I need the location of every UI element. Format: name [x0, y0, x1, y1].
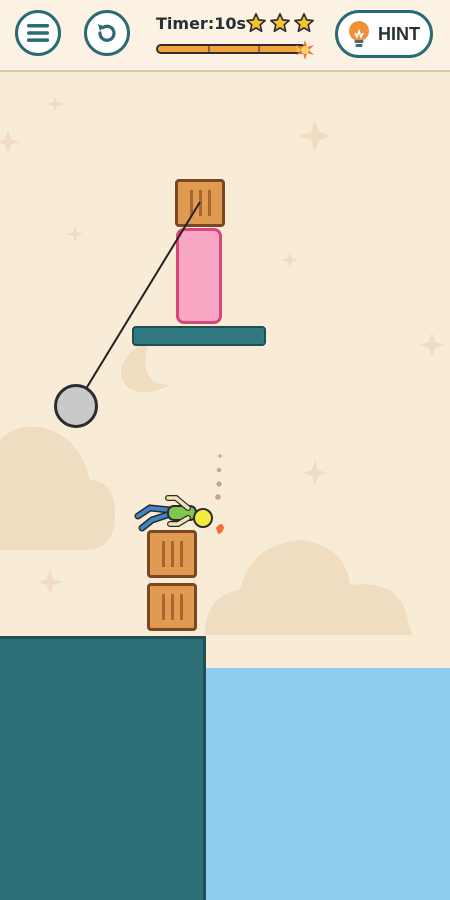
hint-label: HINT: [378, 23, 420, 44]
sparkle-8: [282, 252, 298, 268]
cliff: [0, 636, 206, 900]
moon: [120, 340, 170, 393]
spark-icon: [296, 40, 314, 60]
wrecking-ball[interactable]: [54, 384, 98, 428]
sparkle-5: [38, 570, 62, 594]
timer-segment-divider: [208, 46, 210, 52]
sparkle-6: [47, 96, 63, 112]
cloud-left: [0, 426, 115, 550]
timer-segment-divider: [258, 46, 260, 52]
crate-slat: [162, 541, 165, 567]
cloud-right: [205, 540, 412, 635]
star-icon-1: [246, 13, 266, 33]
floating-platform: [132, 326, 266, 346]
lightbulb-icon: [349, 21, 369, 47]
crate-slat: [190, 190, 193, 216]
sparkle-3: [419, 332, 445, 358]
crate-slat: [162, 594, 165, 620]
crate-slat: [199, 190, 202, 216]
sparkle-1: [299, 120, 331, 152]
pink-block[interactable]: [176, 228, 222, 324]
crate-slat: [171, 594, 174, 620]
star-icon-3: [294, 13, 314, 33]
game-screen: Timer:10s HINT: [0, 0, 450, 900]
top-bar: Timer:10s HINT: [0, 0, 450, 72]
timer-label: Timer:10s: [156, 14, 246, 33]
sparkle-2: [0, 130, 20, 154]
star-icon-2: [270, 13, 290, 33]
crate-slat: [180, 594, 183, 620]
timer-progress-fill: [158, 46, 297, 52]
timer-progress-bar: [156, 44, 306, 54]
crate-top[interactable]: [175, 179, 225, 227]
hint-button[interactable]: HINT: [335, 10, 433, 58]
crate-slat: [180, 541, 183, 567]
restart-icon: [98, 24, 116, 42]
trail-dot: [216, 481, 222, 487]
crate-slat: [171, 541, 174, 567]
water: [206, 668, 450, 900]
crate-slat: [208, 190, 211, 216]
menu-button[interactable]: [15, 10, 61, 56]
trail-dot: [215, 494, 221, 500]
sparkle-4: [302, 460, 328, 486]
sparkle-7: [67, 226, 83, 242]
menu-icon: [27, 24, 49, 42]
crate-stack-lower[interactable]: [147, 583, 197, 631]
restart-button[interactable]: [84, 10, 130, 56]
stickman-character[interactable]: [130, 450, 240, 540]
trail-dot: [216, 467, 222, 473]
trail-dot: [218, 454, 222, 458]
